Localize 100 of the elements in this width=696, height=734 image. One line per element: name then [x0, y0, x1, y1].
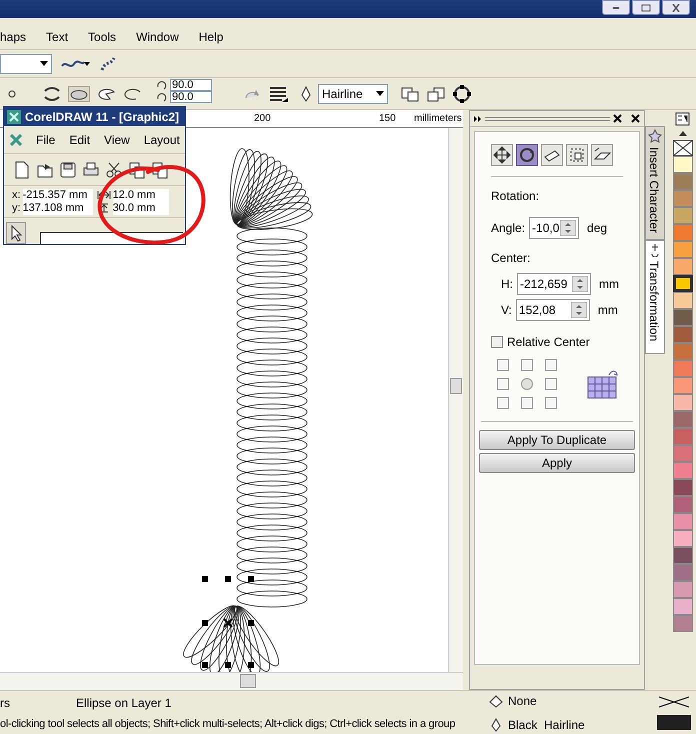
- spinner-arrows-icon[interactable]: [560, 220, 576, 236]
- color-swatch[interactable]: [672, 275, 692, 292]
- swap-arrows-icon[interactable]: [42, 84, 62, 102]
- pointer-tool-icon[interactable]: [6, 222, 26, 244]
- scroll-thumb[interactable]: [450, 378, 462, 394]
- minimize-icon: [613, 6, 619, 8]
- anchor-point[interactable]: [545, 378, 557, 390]
- menu-item[interactable]: Help: [198, 28, 224, 46]
- color-swatch[interactable]: [672, 394, 692, 411]
- apply-button[interactable]: Apply To Duplicate: [479, 430, 635, 450]
- color-swatch[interactable]: [672, 190, 692, 207]
- pen-nib-icon[interactable]: [300, 84, 312, 102]
- paste-icon[interactable]: [150, 160, 170, 180]
- anchor-point[interactable]: [545, 359, 557, 371]
- color-swatch[interactable]: [672, 173, 692, 190]
- color-swatch[interactable]: [672, 513, 692, 530]
- angle-field[interactable]: 90.0: [170, 91, 212, 103]
- convert-to-curves-icon[interactable]: [452, 84, 472, 104]
- unit-label: deg: [587, 220, 608, 237]
- color-swatch[interactable]: [672, 598, 692, 615]
- transform-mode-button[interactable]: [566, 144, 588, 166]
- angle-field[interactable]: 90.0: [170, 79, 212, 91]
- anchor-point[interactable]: [521, 397, 533, 409]
- color-swatch[interactable]: [672, 479, 692, 496]
- menu-item[interactable]: haps: [0, 28, 26, 46]
- menu-item[interactable]: Edit: [69, 130, 90, 148]
- unit-label: mm: [599, 276, 619, 293]
- apply-button[interactable]: Apply: [479, 453, 635, 473]
- dropdown-field[interactable]: [0, 54, 52, 74]
- spinner-arrows-icon[interactable]: [572, 276, 588, 292]
- to-back-icon[interactable]: [426, 84, 446, 102]
- side-tab[interactable]: Insert Character: [645, 126, 665, 240]
- anchor-point[interactable]: [497, 397, 509, 409]
- number-field[interactable]: 152,08: [516, 299, 590, 321]
- color-swatch[interactable]: [672, 530, 692, 547]
- color-swatch[interactable]: [672, 309, 692, 326]
- menu-item[interactable]: Tools: [88, 28, 116, 46]
- transform-mode-button[interactable]: [491, 144, 513, 166]
- color-swatch[interactable]: [672, 411, 692, 428]
- color-swatch[interactable]: [672, 326, 692, 343]
- copy-icon[interactable]: [127, 160, 147, 180]
- anchor-point[interactable]: [521, 359, 533, 371]
- outline-width-dropdown[interactable]: Hairline: [318, 84, 388, 104]
- color-swatch[interactable]: [672, 207, 692, 224]
- grid-table-icon: [587, 369, 619, 399]
- menu-item[interactable]: Text: [46, 28, 68, 46]
- spinner-arrows-icon[interactable]: [570, 302, 587, 318]
- to-front-icon[interactable]: [400, 84, 420, 102]
- no-color-swatch[interactable]: [672, 140, 692, 156]
- color-swatch[interactable]: [672, 360, 692, 377]
- anchor-point[interactable]: [497, 378, 509, 390]
- field-label: Angle:: [491, 220, 526, 237]
- side-tab[interactable]: Transformation: [645, 240, 665, 354]
- save-icon[interactable]: [58, 160, 78, 180]
- field-value: 152,08: [518, 302, 556, 319]
- scroll-up-icon[interactable]: [678, 130, 686, 136]
- close-icon[interactable]: [631, 114, 640, 123]
- position-field[interactable]: -215.357 mm: [22, 188, 93, 202]
- transform-mode-button[interactable]: [541, 144, 563, 166]
- minimize-button[interactable]: [602, 0, 630, 15]
- color-swatch[interactable]: [672, 445, 692, 462]
- color-swatch[interactable]: [672, 428, 692, 445]
- color-swatch[interactable]: [672, 581, 692, 598]
- color-swatch[interactable]: [672, 377, 692, 394]
- node-icon[interactable]: [8, 90, 16, 98]
- menu-item[interactable]: Window: [136, 28, 179, 46]
- menu-item[interactable]: View: [104, 130, 130, 148]
- position-field[interactable]: 137.108 mm: [22, 202, 93, 214]
- color-swatch[interactable]: [672, 564, 692, 581]
- close-button[interactable]: [662, 0, 690, 15]
- palette-options-icon[interactable]: [674, 112, 690, 126]
- color-swatch[interactable]: [672, 224, 692, 241]
- number-field[interactable]: -212,659: [517, 273, 591, 295]
- section-label: Center:: [491, 250, 532, 267]
- field-label: H:: [501, 276, 513, 293]
- anchor-point[interactable]: [521, 378, 533, 390]
- horizontal-scrollbar[interactable]: [0, 672, 463, 690]
- color-swatch[interactable]: [672, 258, 692, 275]
- menu-item[interactable]: File: [36, 130, 56, 148]
- vertical-scrollbar[interactable]: [448, 128, 463, 672]
- transform-mode-button[interactable]: [591, 144, 613, 166]
- color-swatch[interactable]: [672, 241, 692, 258]
- restore-button[interactable]: [632, 0, 660, 15]
- scroll-thumb[interactable]: [240, 674, 256, 688]
- size-field[interactable]: 12.0 mm: [112, 188, 169, 202]
- outline-status: Black Hairline: [508, 716, 585, 734]
- color-swatch[interactable]: [672, 462, 692, 479]
- color-swatch[interactable]: [672, 615, 692, 632]
- color-swatch[interactable]: [672, 292, 692, 309]
- color-swatch[interactable]: [672, 156, 692, 173]
- color-swatch[interactable]: [672, 547, 692, 564]
- size-field[interactable]: 30.0 mm: [112, 202, 169, 214]
- color-swatch[interactable]: [672, 496, 692, 513]
- menu-item[interactable]: Layout: [144, 130, 180, 148]
- color-swatch[interactable]: [672, 343, 692, 360]
- anchor-point[interactable]: [497, 359, 509, 371]
- anchor-point[interactable]: [545, 397, 557, 409]
- checkbox[interactable]: [491, 336, 503, 348]
- close-icon[interactable]: [613, 114, 622, 123]
- number-field[interactable]: -10,0: [529, 217, 580, 239]
